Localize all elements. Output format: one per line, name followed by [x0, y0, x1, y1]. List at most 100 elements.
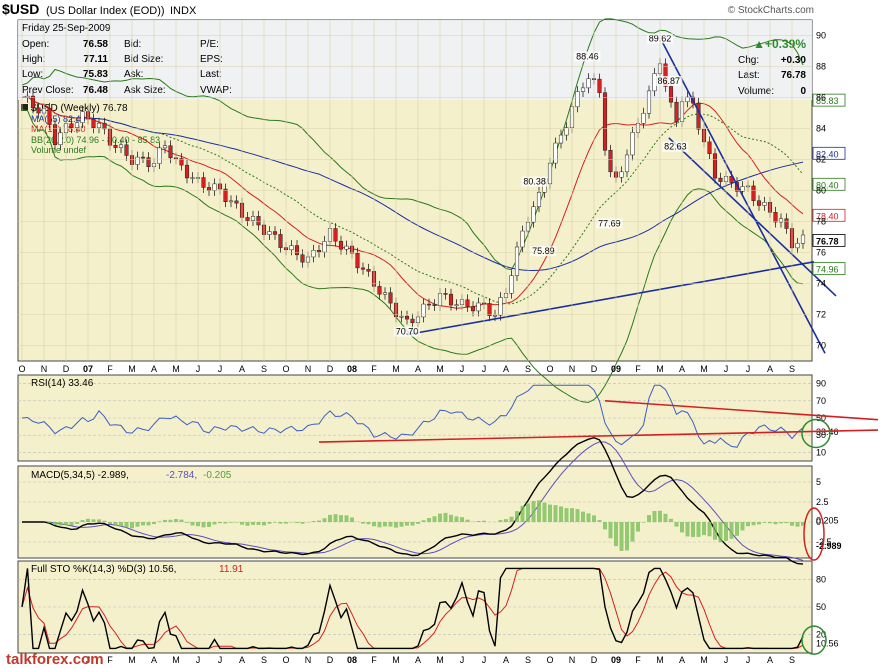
- macd-histogram-bar: [91, 519, 96, 522]
- vwap-label: VWAP:: [200, 85, 232, 96]
- candle-body: [333, 228, 338, 242]
- macd-histogram-bar: [135, 522, 140, 527]
- macd-histogram-bar: [762, 522, 767, 523]
- candle-body: [118, 144, 124, 148]
- last-label-mid: Last:: [200, 69, 222, 80]
- candle-body: [784, 218, 789, 229]
- candle-body: [250, 216, 256, 221]
- volume-label: Volume:: [738, 86, 774, 97]
- macd-histogram-bar: [377, 522, 382, 528]
- y-tick-label: 90: [816, 31, 826, 41]
- macd-histogram-bar: [718, 522, 723, 543]
- candle-body: [36, 107, 41, 114]
- ask-size-label: Ask Size:: [124, 85, 166, 96]
- macd-histogram-bar: [251, 522, 255, 525]
- bottom-tick-label: D: [327, 655, 334, 665]
- sto-d-title: 11.91: [219, 564, 244, 575]
- rsi-title: RSI(14) 33.46: [31, 378, 94, 389]
- candle-body: [641, 112, 646, 124]
- bottom-tick-label: M: [436, 655, 444, 665]
- bottom-tick-label: O: [546, 655, 553, 665]
- bottom-tick-label: N: [305, 655, 312, 665]
- macd-histogram-bar: [168, 519, 173, 522]
- macd-histogram-bar: [152, 522, 156, 525]
- macd-histogram-bar: [146, 522, 151, 526]
- macd-histogram-bar: [201, 522, 206, 528]
- candle-body: [74, 122, 80, 128]
- macd-histogram-bar: [702, 522, 706, 536]
- candle-body: [272, 231, 278, 235]
- x-tick-label: O: [282, 364, 289, 374]
- candle-body: [294, 245, 300, 256]
- candle-body: [344, 245, 349, 250]
- macd-histogram-bar: [388, 522, 393, 527]
- candle-body: [751, 185, 756, 201]
- volume-value: 0: [800, 86, 806, 97]
- x-tick-label: J: [460, 364, 465, 374]
- bottom-tick-label: J: [724, 655, 729, 665]
- candle-body: [377, 286, 382, 295]
- macd-histogram-bar: [333, 514, 338, 522]
- x-tick-label: S: [261, 364, 267, 374]
- candle-body: [762, 202, 767, 206]
- indicator-tick-label: 90: [816, 379, 826, 389]
- x-tick-label: A: [767, 364, 773, 374]
- macd-signal-title: -2.784,: [166, 470, 197, 481]
- annotation-label: 86.87: [658, 76, 681, 86]
- macd-histogram-bar: [630, 522, 635, 542]
- bid-size-label: Bid Size:: [124, 54, 163, 65]
- candle-body: [580, 87, 586, 92]
- candle-body: [140, 156, 146, 159]
- rsi-last-label: 33.46: [816, 427, 839, 437]
- macd-panel: [17, 465, 813, 559]
- bottom-tick-label: M: [128, 655, 136, 665]
- macd-histogram-bar: [482, 520, 486, 522]
- bottom-tick-label: J: [196, 655, 201, 665]
- macd-histogram-bar: [322, 518, 327, 522]
- chg-label: Chg:: [738, 55, 759, 66]
- bottom-tick-label: F: [635, 655, 641, 665]
- watermark: talkforex.com: [6, 651, 104, 668]
- macd-value-label: 0.205: [816, 515, 839, 525]
- candle-body: [454, 304, 459, 306]
- bottom-tick-label: F: [371, 655, 377, 665]
- macd-histogram-bar: [410, 522, 415, 526]
- bottom-tick-label: M: [656, 655, 664, 665]
- macd-histogram-bar: [751, 522, 756, 526]
- bottom-tick-label: D: [591, 655, 598, 665]
- candle-body: [162, 145, 168, 149]
- bottom-tick-label: A: [415, 655, 421, 665]
- x-tick-label: A: [239, 364, 245, 374]
- candle-body: [707, 141, 712, 154]
- candle-body: [608, 150, 613, 173]
- y-tick-label: 70: [816, 341, 826, 351]
- macd-histogram-bar: [735, 522, 739, 536]
- macd-histogram-bar: [520, 505, 525, 522]
- candle-body: [267, 231, 272, 235]
- eps-label: EPS:: [200, 54, 223, 65]
- indicator-tick-label: 80: [816, 574, 826, 584]
- macd-histogram-bar: [234, 522, 239, 523]
- macd-histogram-bar: [669, 518, 673, 522]
- sto-last-label: 10.56: [816, 638, 839, 648]
- macd-histogram-bar: [465, 519, 470, 522]
- candle-body: [652, 73, 657, 92]
- candle-body: [190, 177, 195, 179]
- macd-histogram-bar: [713, 522, 717, 540]
- candle-body: [322, 241, 327, 253]
- high-value: 77.11: [84, 54, 109, 65]
- x-tick-label: O: [18, 364, 25, 374]
- candle-body: [558, 134, 564, 144]
- candle-body: [278, 234, 283, 248]
- macd-histogram-bar: [174, 519, 178, 522]
- indicator-tick-label: 50: [816, 602, 826, 612]
- price-box-label: 74.96: [816, 265, 839, 275]
- macd-histogram-bar: [130, 522, 134, 529]
- candle-body: [597, 78, 602, 93]
- candle-body: [96, 122, 102, 129]
- bottom-tick-label: M: [392, 655, 400, 665]
- x-tick-label: N: [305, 364, 312, 374]
- candle-body: [619, 171, 624, 178]
- candle-body: [509, 275, 514, 294]
- bottom-tick-label: O: [282, 655, 289, 665]
